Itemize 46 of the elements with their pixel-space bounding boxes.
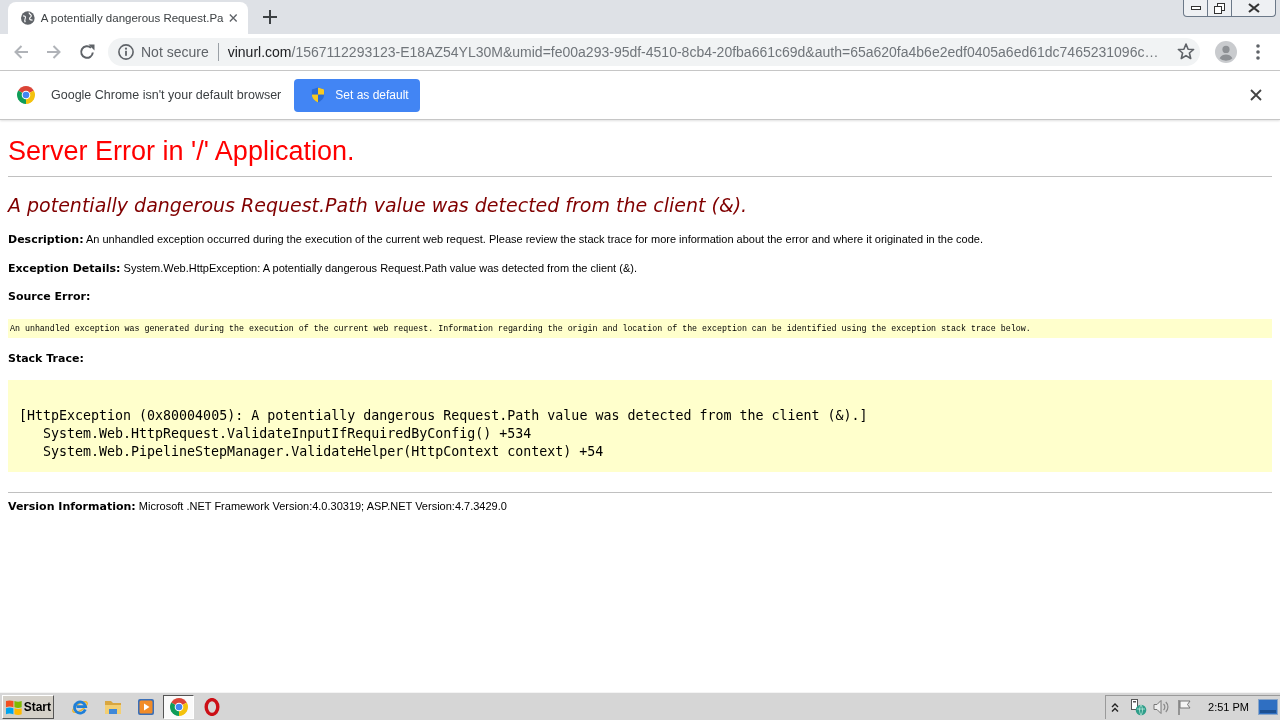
stack-exception-line: [HttpException (0x80004005): A potentially dangerous Request.Path value was detected from the client (&).] [19, 407, 868, 425]
shield-icon [311, 87, 326, 103]
chevron-up-icon[interactable] [1111, 701, 1120, 713]
source-error-text: An unhandled exception was generated during the execution of the current web request. Information regarding the origin and location of the exception can be identified using the exception stack trace below. [10, 324, 1031, 333]
network-icon[interactable] [1129, 698, 1148, 716]
circle-logo-icon [17, 86, 35, 104]
address-field[interactable]: Not secure vinurl.com/1567112293123-E18AZ54YL30M&umid=fe00a293-95df-4510-8cb4-20fba661c69d&auth=65a620fa4b6e2edf0405a6ed61dc7465231096c… [108, 38, 1200, 66]
play-tile-icon [136, 697, 155, 716]
section-label: Source Error: [8, 290, 91, 304]
info-icon[interactable] [118, 44, 134, 60]
taskbar-button[interactable] [163, 694, 194, 719]
speaker-icon[interactable] [1152, 698, 1171, 716]
star-icon[interactable] [1177, 43, 1195, 61]
error-heading: A potentially dangerous Request.Path value was detected from the client (&). [8, 193, 748, 217]
clock[interactable]: 2:51 PM [1208, 701, 1249, 713]
close-icon [1247, 3, 1260, 13]
description-text: Description: An unhandled exception occurred during the execution of the current web request. Please review the stack trace for more information about the error and where it originated in the code. [8, 232, 984, 247]
desktop-icon[interactable] [1258, 699, 1278, 715]
security-label: Not secure [141, 44, 209, 60]
close-icon[interactable] [229, 13, 238, 23]
section-label: Stack Trace: [8, 352, 84, 366]
window-logo-icon [5, 697, 23, 716]
url-text: vinurl.com/1567112293123-E18AZ54YL30M&umid=fe00a293-95df-4510-8cb4-20fba661c69d&auth=65a620fa4b6e2edf0405a6ed61dc7465231096c… [227, 44, 1159, 60]
menu-icon[interactable] [1256, 44, 1260, 60]
browser-tab[interactable]: A potentially dangerous Request.Pa [8, 2, 248, 34]
close-icon[interactable] [1250, 89, 1262, 101]
globe-icon [21, 10, 35, 26]
stack-frame-line: System.Web.HttpRequest.ValidateInputIfRequiredByConfig() +534 [43, 425, 532, 443]
plus-icon[interactable] [263, 10, 277, 24]
exception-details-text: Exception Details: System.Web.HttpException: A potentially dangerous Request.Path value was detected from the client (&). [8, 261, 637, 276]
flag-icon[interactable] [1177, 698, 1194, 716]
page-title: Server Error in '/' Application. [8, 136, 355, 166]
close-button[interactable] [1232, 0, 1276, 17]
minimize-button[interactable] [1183, 0, 1208, 17]
reload-icon[interactable] [79, 44, 95, 60]
ring-logo-icon [202, 697, 221, 716]
stack-frame-line: System.Web.PipelineStepManager.ValidateHelper(HttpContext context) +54 [43, 443, 604, 461]
set-default-button[interactable]: Set as default [294, 78, 421, 112]
restore-button[interactable] [1208, 0, 1232, 17]
minimize-icon [1190, 6, 1201, 10]
start-button[interactable]: Start [2, 694, 54, 719]
restore-icon [1214, 2, 1225, 14]
avatar-icon[interactable] [1215, 41, 1237, 63]
infobar-message: Google Chrome isn't your default browser [51, 88, 282, 102]
circle-logo-icon [169, 697, 188, 716]
version-text: Version Information: Microsoft .NET Framework Version:4.0.30319; ASP.NET Version:4.7.3429.0 [8, 499, 507, 514]
